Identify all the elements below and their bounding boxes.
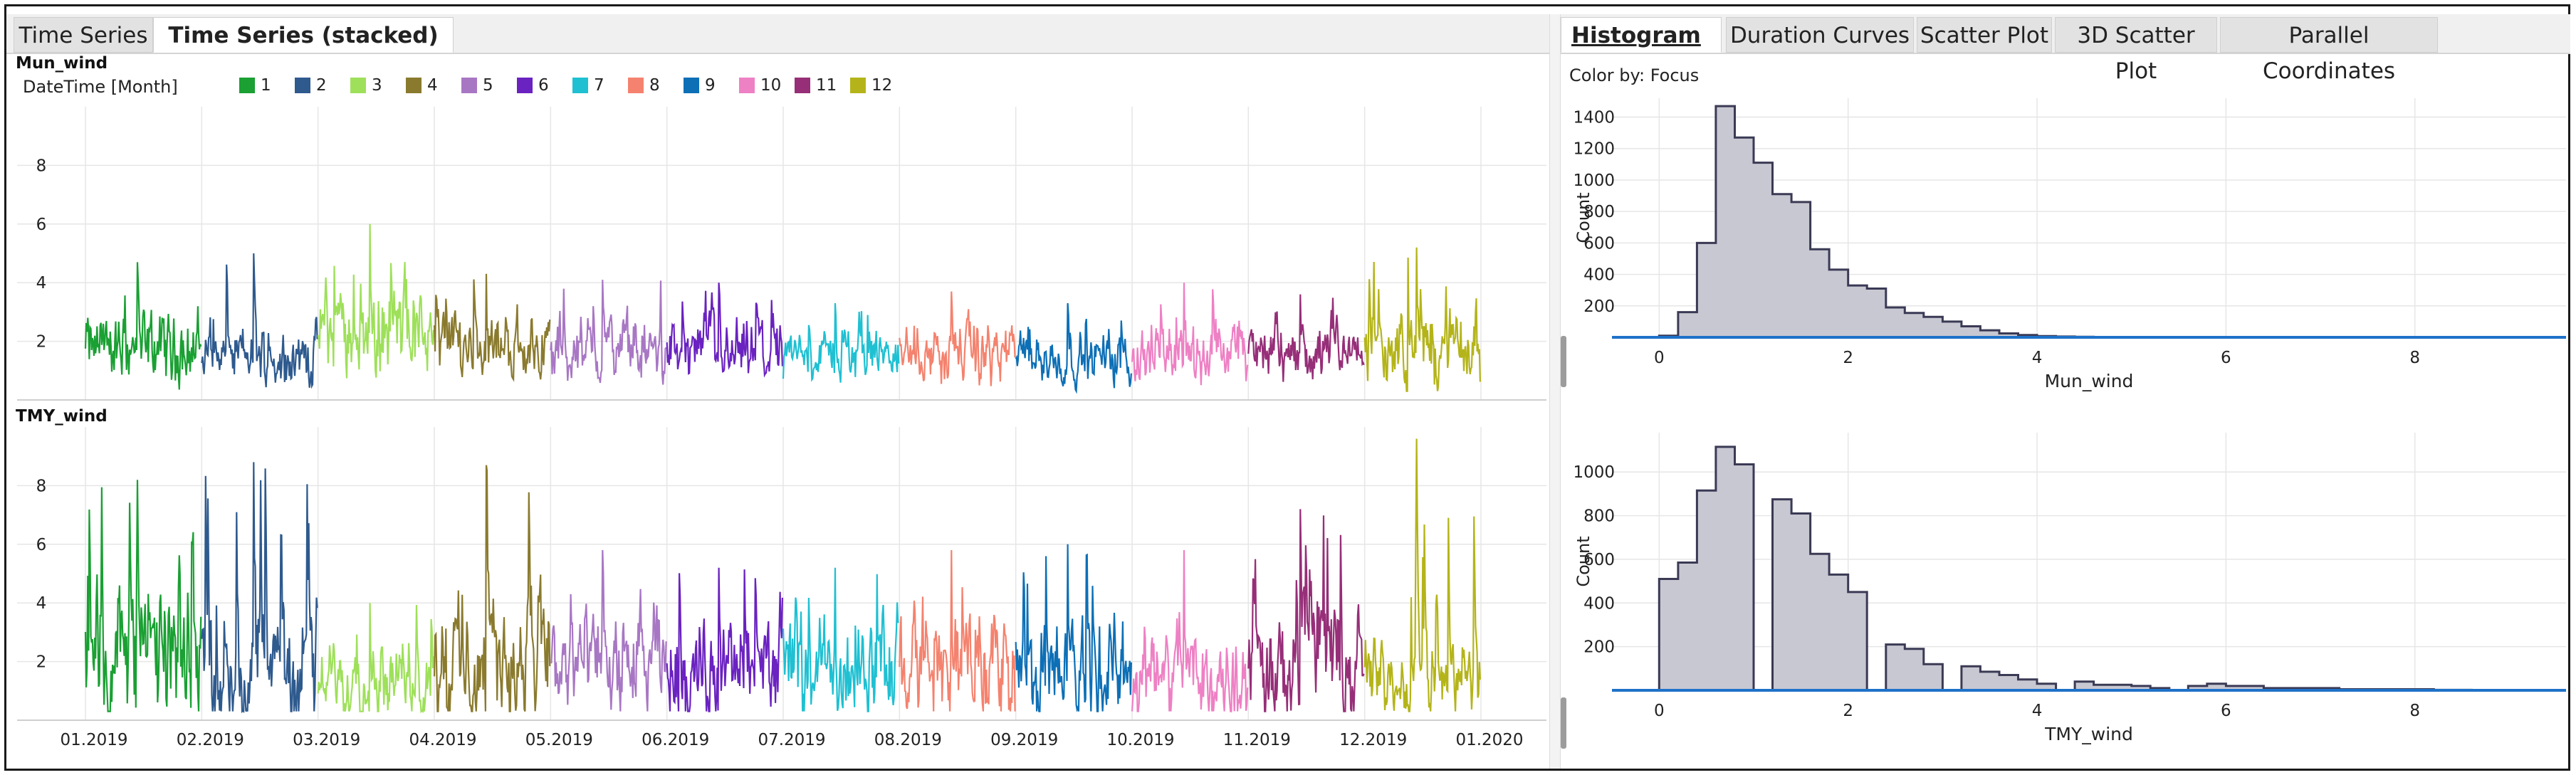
series-line-month-8 (899, 291, 1016, 386)
stacked-series-TMY_wind: 2 4 6 8 01.2019 02.2019 03.2019 04.2019 05.2019 0… (17, 427, 1546, 749)
series-line-month-7 (782, 302, 900, 383)
series-line-month-2 (201, 462, 318, 714)
series-line-month-3 (317, 223, 434, 379)
series-line-month-8 (899, 549, 1016, 712)
histogram-bars (1658, 446, 2566, 692)
y-tick-label: 2 (36, 653, 47, 672)
x-tick-label: 12.2019 (1339, 731, 1407, 749)
series-line-month-4 (433, 465, 551, 712)
series-line-month-1 (84, 480, 202, 712)
x-tick-label: 4 (2032, 702, 2043, 720)
series-line-month-4 (433, 273, 551, 382)
series-line-month-5 (550, 280, 667, 385)
x-tick-label: 4 (2032, 349, 2043, 367)
x-tick-label: 09.2019 (990, 731, 1058, 749)
series-line-month-1 (84, 262, 202, 390)
time-series-chart: 2 4 6 8 2 4 6 8 01.2019 02.2019 03.2019 04.2019 05.2… (17, 107, 1546, 749)
series-line-month-10 (1131, 549, 1249, 712)
x-tick-label: 01.2020 (1455, 731, 1523, 749)
x-tick-label: 8 (2409, 702, 2420, 720)
y-tick-label: 6 (36, 216, 47, 234)
y-tick-label: 4 (36, 594, 47, 613)
y-tick-label: 8 (36, 477, 47, 495)
y-axis-label: Count (1574, 192, 1593, 243)
x-tick-label: 0 (1654, 349, 1665, 367)
x-tick-label: 07.2019 (758, 731, 825, 749)
x-axis-label: TMY_wind (2044, 724, 2133, 744)
y-tick-label: 4 (36, 274, 47, 292)
stacked-series-Mun_wind: 2 4 6 8 (17, 107, 1546, 401)
splitter[interactable] (1549, 14, 1561, 769)
x-tick-label: 06.2019 (642, 731, 709, 749)
y-tick-label: 400 (1583, 594, 1615, 613)
series-line-month-11 (1247, 509, 1365, 712)
y-tick-label: 2 (36, 333, 47, 352)
x-tick-label: 01.2019 (60, 731, 127, 749)
x-tick-label: 03.2019 (293, 731, 360, 749)
y-tick-label: 400 (1583, 266, 1615, 285)
x-tick-label: 8 (2409, 349, 2420, 367)
x-tick-label: 04.2019 (409, 731, 476, 749)
y-tick-label: 1000 (1573, 172, 1615, 190)
y-tick-label: 1200 (1573, 140, 1615, 159)
series-line-month-12 (1363, 247, 1481, 392)
x-tick-label: 11.2019 (1223, 731, 1291, 749)
x-tick-label: 08.2019 (874, 731, 942, 749)
histogram-TMY_wind: 20040060080010000 2 4 6 8TMY_windCount (1573, 433, 2566, 744)
y-tick-label: 200 (1583, 297, 1615, 316)
series-line-month-10 (1131, 283, 1249, 386)
y-tick-label: 200 (1583, 638, 1615, 657)
y-tick-label: 1400 (1573, 109, 1615, 127)
x-tick-label: 2 (1843, 702, 1853, 720)
series-line-month-11 (1247, 294, 1365, 382)
x-tick-label: 02.2019 (177, 731, 244, 749)
series-line-month-2 (201, 253, 318, 389)
y-tick-label: 8 (36, 157, 47, 175)
x-tick-label: 10.2019 (1106, 731, 1174, 749)
x-tick-label: 6 (2221, 349, 2231, 367)
series-line-month-9 (1015, 544, 1132, 712)
x-tick-label: 05.2019 (525, 731, 593, 749)
series-line-month-12 (1363, 438, 1481, 712)
series-line-month-3 (317, 603, 434, 714)
x-tick-label: 6 (2221, 702, 2231, 720)
y-tick-label: 1000 (1573, 463, 1615, 482)
series-line-month-7 (782, 567, 899, 712)
y-axis-label: Count (1574, 536, 1593, 586)
histogram-chart: 2004006008001000120014000 2 4 6 8Mun_windCou… (1573, 98, 2566, 744)
histogram-bars (1658, 105, 2566, 339)
series-line-month-6 (666, 567, 783, 712)
x-axis-label: Mun_wind (2045, 371, 2134, 391)
series-line-month-6 (666, 283, 783, 378)
y-tick-label: 800 (1583, 507, 1615, 526)
histogram-Mun_wind: 2004006008001000120014000 2 4 6 8Mun_windCou… (1573, 98, 2566, 391)
y-tick-label: 6 (36, 536, 47, 554)
series-line-month-5 (550, 549, 667, 712)
series-line-month-9 (1015, 302, 1132, 394)
x-tick-label: 0 (1654, 702, 1665, 720)
x-tick-label: 2 (1843, 349, 1853, 367)
